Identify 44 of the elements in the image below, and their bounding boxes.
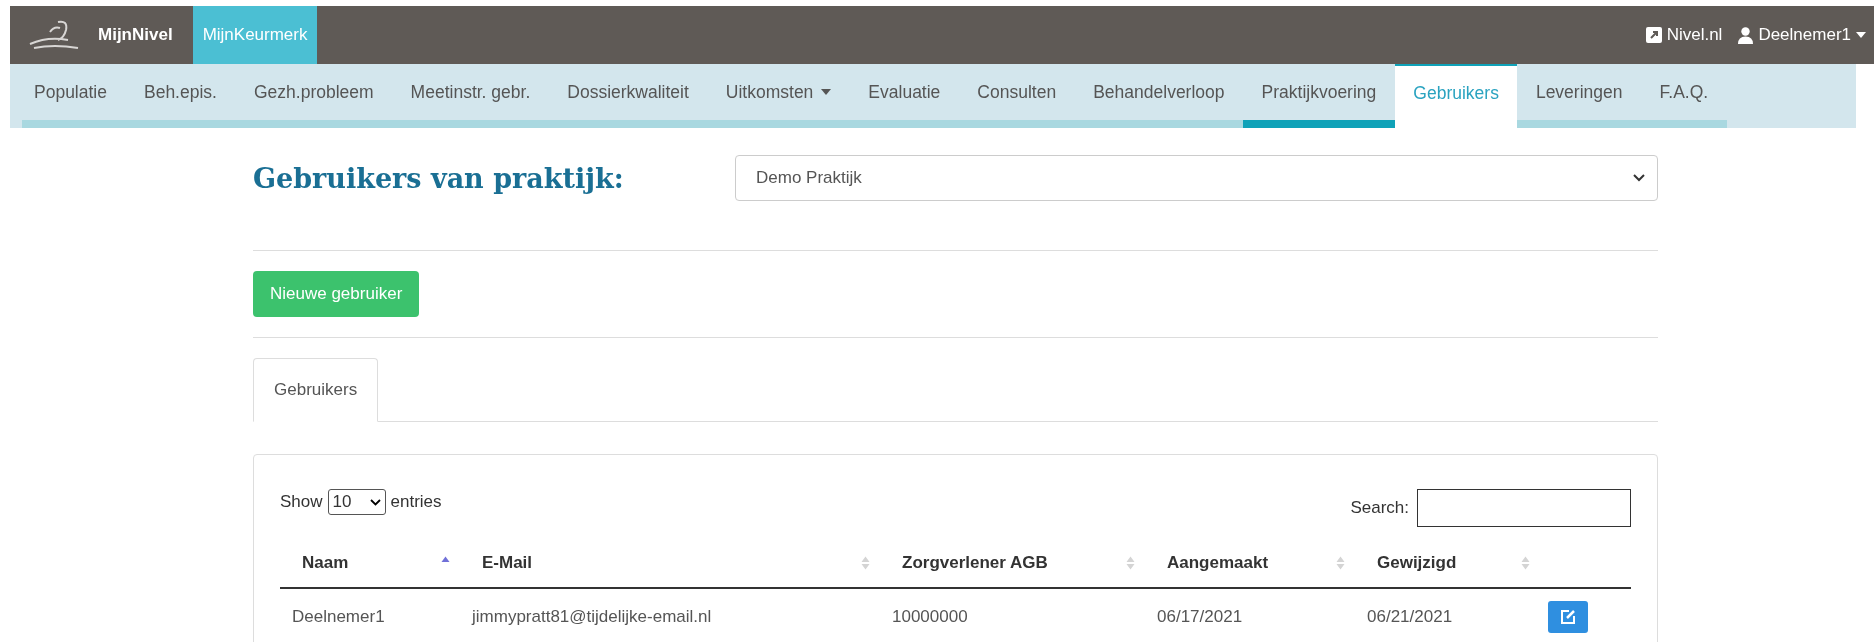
page-heading: Gebruikers van praktijk: bbox=[253, 162, 625, 194]
external-link-icon bbox=[1645, 27, 1662, 43]
edit-button[interactable] bbox=[1548, 601, 1588, 633]
column-header[interactable]: Naam bbox=[280, 539, 460, 589]
sort-icon[interactable] bbox=[1126, 556, 1135, 570]
nivel-link[interactable]: Nivel.nl bbox=[1645, 25, 1723, 45]
table-cell-text: 06/21/2021 bbox=[1366, 606, 1454, 628]
nav-tab[interactable]: Consulten bbox=[958, 64, 1075, 128]
nav-tab[interactable]: Behandelverloop bbox=[1074, 64, 1244, 128]
nav-tab[interactable]: Beh.epis. bbox=[125, 64, 236, 128]
nav-tab[interactable]: Leveringen bbox=[1517, 64, 1641, 128]
table-cell-text: jimmypratt81@tijdelijke-email.nl bbox=[470, 606, 713, 628]
sort-icon[interactable] bbox=[1336, 556, 1345, 570]
search-label: Search: bbox=[1350, 498, 1409, 518]
column-header[interactable]: Aangemaakt bbox=[1145, 539, 1355, 589]
nav-tab[interactable]: Dossierkwaliteit bbox=[548, 64, 708, 128]
nav-tab[interactable]: F.A.Q. bbox=[1641, 64, 1727, 128]
table-cell-text: 06/17/2021 bbox=[1156, 606, 1244, 628]
column-header[interactable]: Zorgverlener AGB bbox=[880, 539, 1145, 589]
chevron-down-icon bbox=[369, 498, 381, 506]
user-icon bbox=[1738, 26, 1754, 44]
table-cell-text: Deelnemer1 bbox=[291, 606, 386, 628]
user-menu[interactable]: Deelnemer1 bbox=[1738, 25, 1866, 45]
search-field[interactable] bbox=[1417, 489, 1631, 527]
nav-tab[interactable]: Meetinstr. gebr. bbox=[392, 64, 549, 128]
table-cell-text: 10000000 bbox=[891, 606, 969, 628]
page-size-select[interactable]: 10 bbox=[327, 489, 386, 515]
show-label: Show bbox=[280, 492, 323, 512]
edit-icon bbox=[1560, 609, 1576, 625]
entries-label: entries bbox=[390, 492, 442, 512]
nav-tab[interactable]: Populatie bbox=[22, 64, 126, 128]
brand-name: MijnNivel bbox=[98, 25, 173, 45]
column-header[interactable]: Gewijzigd bbox=[1355, 539, 1540, 589]
nav-tab[interactable]: Uitkomsten bbox=[707, 64, 850, 128]
chevron-down-icon bbox=[1633, 174, 1645, 182]
caret-icon bbox=[1856, 32, 1866, 38]
practice-select[interactable]: Demo Praktijk bbox=[735, 155, 1658, 201]
nav-tab[interactable]: Evaluatie bbox=[849, 64, 959, 128]
sort-icon[interactable] bbox=[1521, 556, 1530, 570]
column-header[interactable]: E-Mail bbox=[460, 539, 880, 589]
nav-tab[interactable]: Gezh.probleem bbox=[235, 64, 393, 128]
nav-tab[interactable]: Gebruikers bbox=[1394, 64, 1518, 128]
tab[interactable]: Gebruikers bbox=[253, 358, 379, 422]
sort-icon[interactable] bbox=[861, 556, 870, 570]
